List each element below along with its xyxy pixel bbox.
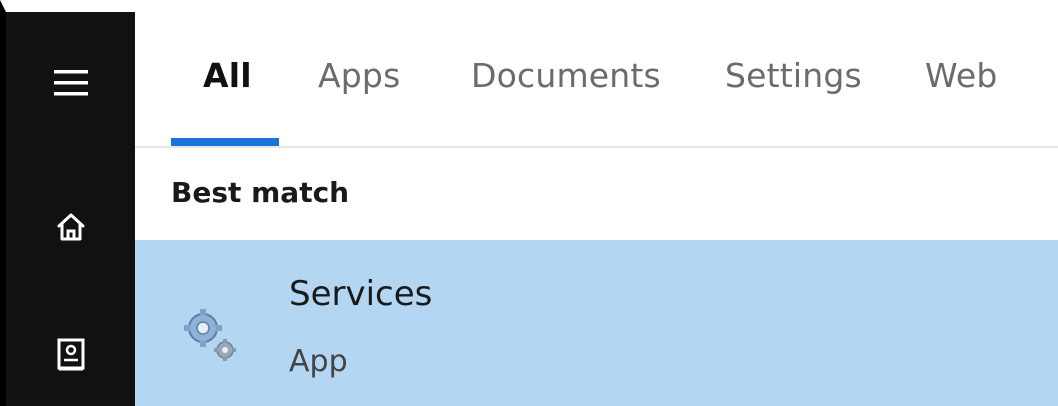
best-match-heading: Best match bbox=[171, 176, 350, 209]
result-type: App bbox=[289, 344, 348, 379]
tab-settings[interactable]: Settings bbox=[725, 56, 862, 95]
tab-all[interactable]: All bbox=[203, 56, 252, 95]
nav-rail bbox=[0, 0, 135, 406]
active-tab-indicator bbox=[171, 138, 279, 146]
tab-apps[interactable]: Apps bbox=[318, 56, 400, 95]
tab-web[interactable]: Web bbox=[925, 56, 998, 95]
home-icon bbox=[57, 213, 84, 241]
search-results-panel: All Apps Documents Settings Web Best mat… bbox=[135, 0, 1058, 406]
services-gear-icon bbox=[184, 309, 236, 361]
notebook-button[interactable] bbox=[6, 320, 135, 390]
result-item-services[interactable]: Services App bbox=[135, 240, 1058, 406]
filter-tabs: All Apps Documents Settings Web bbox=[135, 0, 1058, 148]
tab-documents[interactable]: Documents bbox=[471, 56, 661, 95]
search-window: All Apps Documents Settings Web Best mat… bbox=[0, 0, 1058, 406]
menu-button[interactable] bbox=[6, 48, 135, 118]
notebook-icon bbox=[57, 338, 84, 371]
hamburger-menu-icon bbox=[53, 70, 88, 96]
result-title: Services bbox=[289, 274, 433, 314]
home-button[interactable] bbox=[6, 192, 135, 262]
